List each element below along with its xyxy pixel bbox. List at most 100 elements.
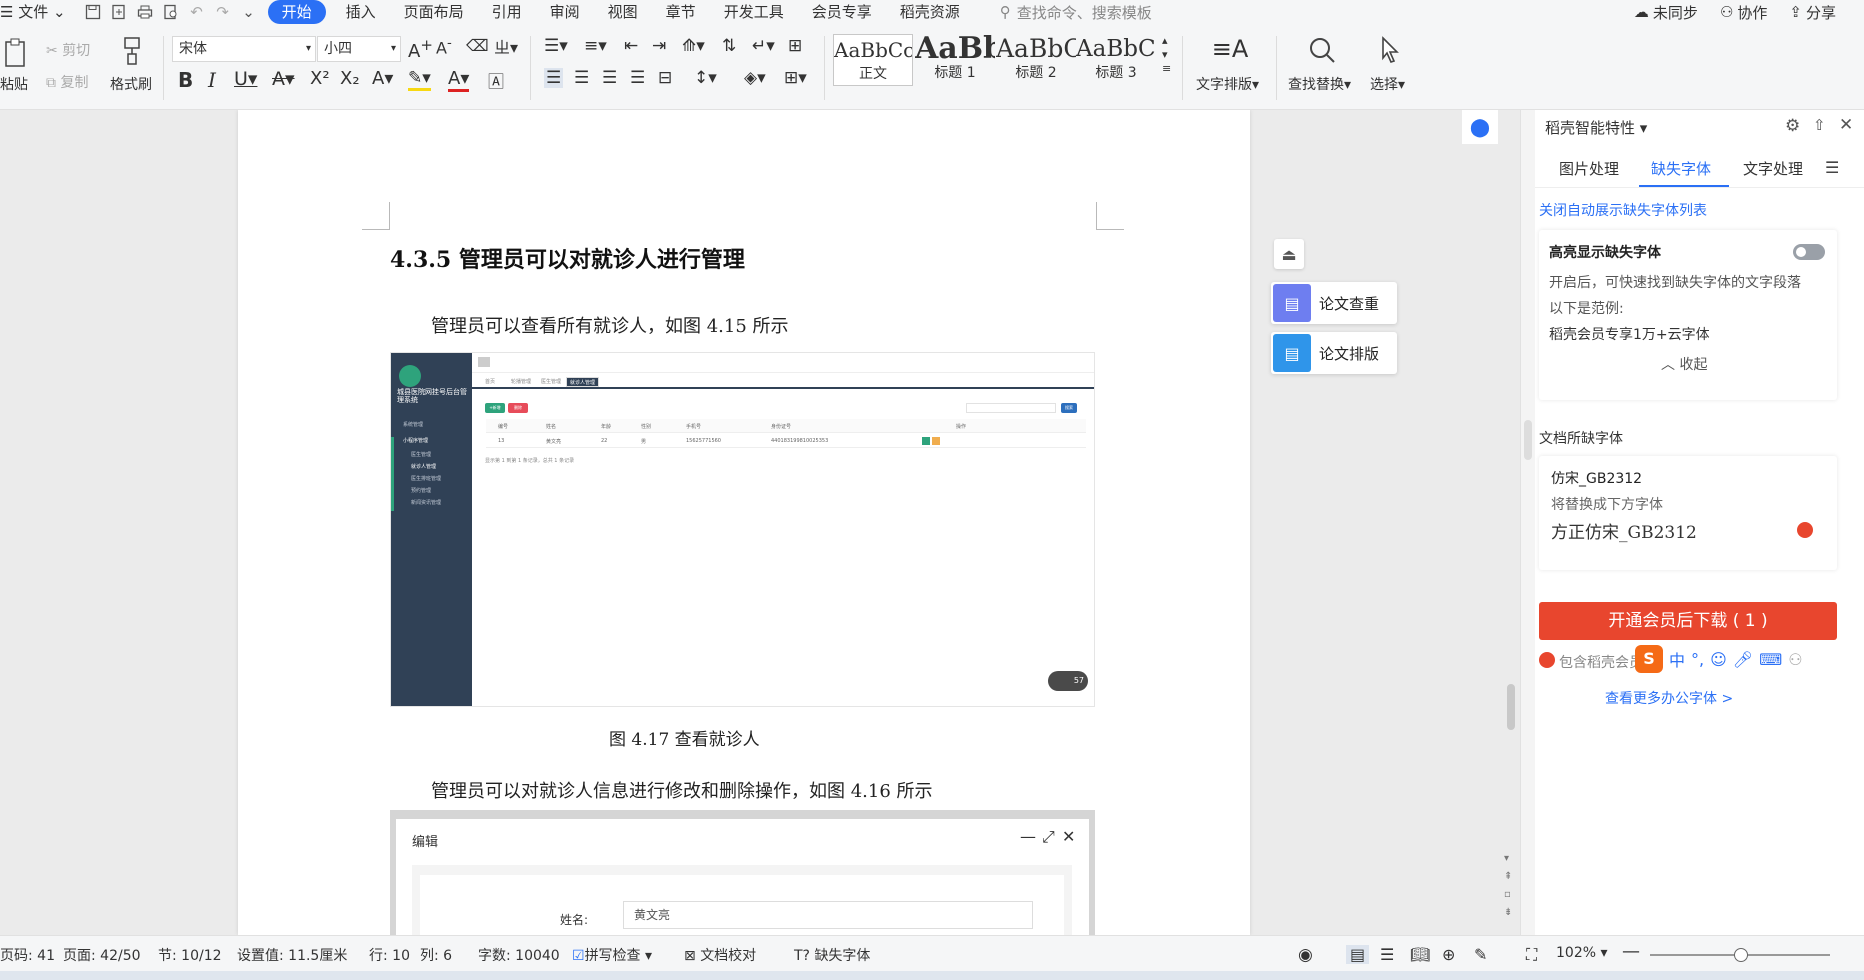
tab-image-processing[interactable]: 图片处理: [1559, 158, 1619, 179]
style-heading-1[interactable]: AaBb 标题 1: [915, 34, 995, 86]
document-page[interactable]: 4.3.5 管理员可以对就诊人进行管理 管理员可以查看所有就诊人，如图 4.15…: [238, 110, 1250, 935]
find-replace-button[interactable]: 查找替换▾: [1288, 74, 1351, 94]
find-replace-icon[interactable]: [1306, 34, 1338, 66]
zoom-slider[interactable]: [1650, 948, 1830, 962]
numbered-list-icon[interactable]: ≡▾: [584, 36, 607, 56]
document-scrollbar[interactable]: ⬤ ▾ ⇞ ▫ ⇟: [1462, 110, 1520, 935]
tab-docer[interactable]: 稻壳资源: [886, 0, 974, 24]
spell-check-button[interactable]: ☑拼写检查 ▾: [572, 945, 652, 965]
select-button[interactable]: 选择▾: [1370, 74, 1405, 94]
subscript-icon[interactable]: X₂: [340, 68, 360, 89]
close-icon[interactable]: ✕: [1839, 115, 1853, 135]
print-preview-icon[interactable]: [158, 0, 184, 24]
ime-toolbar[interactable]: S 中 °, ☺ 🎤︎ ⌨ ⚇: [1635, 644, 1864, 674]
page-view-icon[interactable]: ▤: [1346, 945, 1370, 964]
outline-view-icon[interactable]: ☰: [1380, 945, 1394, 964]
increase-indent-icon[interactable]: ⇥: [652, 36, 666, 56]
collab-button[interactable]: ⚇ 协作: [1720, 2, 1767, 23]
export-icon[interactable]: [106, 0, 132, 24]
style-heading-2[interactable]: AaBbC 标题 2: [996, 34, 1076, 86]
write-view-icon[interactable]: ✎: [1474, 945, 1487, 964]
style-scroll-icon[interactable]: ▴ ▾ ≡: [1162, 34, 1171, 76]
read-view-icon[interactable]: 📖︎: [1410, 945, 1430, 964]
tab-developer[interactable]: 开发工具: [710, 0, 798, 24]
grow-font-icon[interactable]: A+: [408, 36, 433, 62]
strikethrough-icon[interactable]: A▾: [272, 68, 295, 90]
font-name-select[interactable]: 宋体 ▾: [172, 36, 316, 62]
distribute-icon[interactable]: ⊟: [658, 68, 672, 88]
command-search[interactable]: ⚲ 查找命令、搜索模板: [974, 2, 1152, 23]
undo-icon[interactable]: ↶: [184, 0, 210, 24]
collapse-link[interactable]: ︿ 收起: [1661, 354, 1707, 374]
table-grid-icon[interactable]: ⊞: [788, 36, 802, 56]
format-painter-icon[interactable]: [118, 34, 146, 68]
eye-protect-icon[interactable]: ◉: [1298, 945, 1313, 965]
gear-icon[interactable]: ⚙: [1785, 116, 1800, 136]
word-count[interactable]: 字数: 10040: [478, 945, 560, 965]
tab-chapter[interactable]: 章节: [652, 0, 710, 24]
italic-icon[interactable]: I: [208, 68, 216, 92]
select-cursor-icon[interactable]: [1376, 34, 1404, 66]
more-menu-icon[interactable]: ☰: [1825, 158, 1839, 177]
sync-status[interactable]: ☁ 未同步: [1634, 2, 1698, 23]
style-normal[interactable]: AaBbCcI 正文: [833, 34, 913, 86]
bold-icon[interactable]: B: [178, 68, 193, 92]
font-color-icon[interactable]: A▾: [448, 68, 470, 92]
tab-member[interactable]: 会员专享: [798, 0, 886, 24]
tab-home[interactable]: 开始: [267, 0, 326, 24]
scrollbar-thumb[interactable]: [1507, 684, 1515, 730]
missing-font-button[interactable]: T? 缺失字体: [794, 945, 870, 965]
tab-text-processing[interactable]: 文字处理: [1743, 158, 1803, 179]
tab-review[interactable]: 审阅: [536, 0, 594, 24]
sort-icon[interactable]: ⇅: [722, 36, 736, 56]
superscript-icon[interactable]: X²: [310, 68, 330, 89]
zoom-slider-thumb[interactable]: [1734, 948, 1748, 962]
show-marks-icon[interactable]: ↵▾: [752, 36, 775, 56]
paste-icon[interactable]: [2, 36, 30, 70]
text-effect-icon[interactable]: A▾: [372, 68, 393, 89]
decrease-indent-icon[interactable]: ⇤: [624, 36, 638, 56]
file-menu[interactable]: ☰ 文件 ⌄: [0, 0, 80, 24]
web-view-icon[interactable]: ⊕: [1442, 945, 1455, 964]
chinese-layout-icon[interactable]: ⟰▾: [682, 36, 705, 56]
text-layout-icon[interactable]: ≡A: [1212, 34, 1249, 64]
style-heading-3[interactable]: AaBbCc 标题 3: [1076, 34, 1156, 86]
align-left-icon[interactable]: ☰: [544, 68, 564, 88]
underline-icon[interactable]: U▾: [234, 68, 257, 90]
highlight-toggle[interactable]: [1793, 244, 1825, 260]
location-pin-icon[interactable]: ⬤: [1462, 110, 1498, 144]
bullet-list-icon[interactable]: ☰▾: [544, 36, 568, 56]
zoom-level[interactable]: 102% ▾: [1556, 945, 1608, 961]
paste-button[interactable]: 粘贴: [0, 74, 28, 94]
shading-icon[interactable]: ◈▾: [744, 68, 766, 88]
customize-icon[interactable]: ⌄: [236, 0, 262, 24]
char-border-icon[interactable]: 🄰: [488, 68, 504, 92]
redo-icon[interactable]: ↷: [210, 0, 236, 24]
align-center-icon[interactable]: ☰: [574, 68, 589, 88]
zoom-out-button[interactable]: —: [1622, 941, 1640, 962]
align-right-icon[interactable]: ☰: [602, 68, 617, 88]
doc-proof-button[interactable]: ⊠ 文档校对: [684, 945, 756, 965]
border-icon[interactable]: ⊞▾: [784, 68, 807, 88]
download-button[interactable]: 开通会员后下载 ( 1 ): [1539, 602, 1837, 640]
shrink-font-icon[interactable]: A-: [436, 36, 452, 57]
tab-view[interactable]: 视图: [594, 0, 652, 24]
scroll-arrows-icon[interactable]: ▾ ⇞ ▫ ⇟: [1504, 850, 1512, 922]
tab-missing-fonts[interactable]: 缺失字体: [1651, 158, 1711, 179]
line-spacing-icon[interactable]: ↕▾: [694, 68, 717, 88]
print-icon[interactable]: [132, 0, 158, 24]
text-layout-button[interactable]: 文字排版▾: [1196, 74, 1259, 94]
collapse-tools-button[interactable]: ⏏: [1274, 239, 1304, 269]
phonetic-icon[interactable]: ㄓ▾: [494, 34, 518, 58]
font-size-select[interactable]: 小四 ▾: [317, 36, 401, 62]
clear-format-icon[interactable]: ⌫: [466, 36, 489, 55]
more-fonts-link[interactable]: 查看更多办公字体 >: [1605, 688, 1733, 708]
tab-references[interactable]: 引用: [478, 0, 536, 24]
copy-button[interactable]: ⧉ 复制: [46, 72, 88, 92]
pin-icon[interactable]: ⇧: [1813, 116, 1826, 134]
cut-button[interactable]: ✂ 剪切: [46, 40, 90, 60]
share-button[interactable]: ⇪ 分享: [1789, 2, 1836, 23]
tab-layout[interactable]: 页面布局: [390, 0, 478, 24]
panel-scrollbar[interactable]: [1521, 110, 1535, 935]
fit-page-icon[interactable]: ⛶: [1526, 945, 1537, 965]
